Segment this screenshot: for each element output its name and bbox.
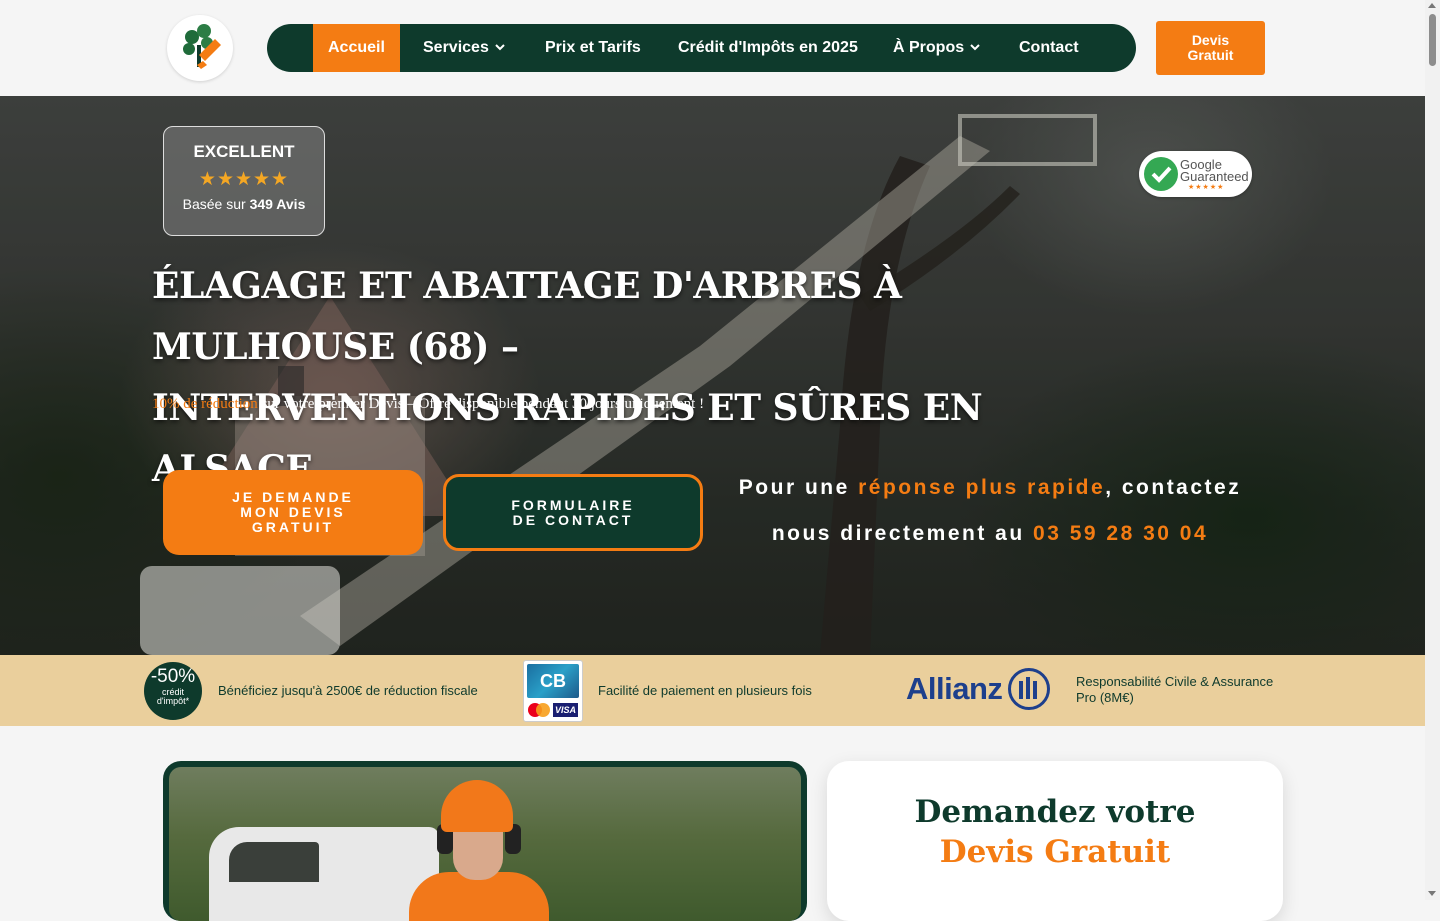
quote-form-card: Demandez votre Devis Gratuit — [827, 761, 1283, 921]
contact-mid: , contactez — [1105, 476, 1242, 499]
button-label-line2: MON DEVIS — [240, 504, 346, 520]
contact-line2: nous directement au — [771, 522, 1034, 545]
badge-line2: d'impôt* — [156, 696, 190, 706]
devis-gratuit-button[interactable]: Devis Gratuit — [1156, 21, 1265, 75]
benefits-band: -50% crédit d'impôt* Bénéficiez jusqu'à … — [0, 655, 1425, 726]
site-header: Accueil Services Prix et Tarifs Crédit d… — [0, 0, 1425, 96]
review-count-prefix: Basée sur — [182, 196, 250, 212]
allianz-wordmark: Allianz — [906, 671, 1003, 706]
tax-credit-text: Bénéficiez jusqu'à 2500€ de réduction fi… — [218, 683, 478, 698]
promo-text: 10% de réduction sur votre premier Devis… — [152, 396, 704, 413]
nav-item-services[interactable]: Services — [423, 24, 505, 72]
allianz-emblem-icon — [1008, 668, 1051, 710]
insurance-text: Responsabilité Civile & Assurance Pro (8… — [1076, 674, 1273, 706]
guaranteed-label: Guaranteed — [1180, 169, 1249, 184]
contact-highlight: réponse plus rapide — [858, 476, 1106, 499]
worker-photo — [169, 767, 801, 921]
nav-item-credit[interactable]: Crédit d'Impôts en 2025 — [678, 24, 858, 72]
phone-link[interactable]: 03 59 28 30 04 — [1033, 522, 1208, 545]
contact-form-button[interactable]: FORMULAIRE DE CONTACT — [443, 474, 703, 551]
chevron-down-icon — [970, 44, 980, 51]
nav-item-label: Services — [423, 39, 489, 56]
tax-credit-badge: -50% crédit d'impôt* — [144, 662, 202, 720]
badge-percent: -50% — [150, 666, 196, 687]
nav-item-prix[interactable]: Prix et Tarifs — [545, 24, 641, 72]
mastercard-icon — [528, 703, 550, 717]
title-line1: ÉLAGAGE ET ABATTAGE D'ARBRES À MULHOUSE … — [152, 265, 902, 368]
payment-cards-icon: CB VISA — [523, 660, 583, 722]
button-label-line2: DE CONTACT — [512, 511, 634, 528]
scroll-down-icon[interactable] — [1428, 891, 1436, 896]
button-label-line1: FORMULAIRE — [511, 496, 635, 513]
check-icon — [1144, 157, 1178, 191]
review-stars: ★★★★★ — [198, 169, 290, 190]
nav-item-label: À Propos — [893, 39, 965, 56]
button-label-line3: GRATUIT — [251, 519, 335, 535]
review-count: Basée sur 349 Avis — [164, 196, 324, 212]
allianz-logo: Allianz — [906, 668, 1051, 710]
review-count-value: 349 Avis — [249, 196, 306, 212]
page-title: ÉLAGAGE ET ABATTAGE D'ARBRES À MULHOUSE … — [152, 256, 1152, 500]
nav-item-label: Prix et Tarifs — [545, 39, 641, 56]
chevron-down-icon — [495, 44, 505, 51]
main-nav: Accueil Services Prix et Tarifs Crédit d… — [267, 24, 1136, 72]
nav-item-apropos[interactable]: À Propos — [893, 24, 980, 72]
contact-prefix: Pour une — [738, 476, 859, 499]
button-label-line1: Devis — [1191, 32, 1230, 48]
hero-section: EXCELLENT ★★★★★ Basée sur 349 Avis Googl… — [0, 96, 1425, 655]
button-label-line1: JE DEMANDE — [232, 489, 354, 505]
google-stars: ★★★★★ — [1188, 184, 1225, 191]
google-guaranteed-badge[interactable]: Google Guaranteed ★★★★★ — [1139, 151, 1252, 197]
cb-card-icon: CB — [527, 664, 579, 698]
scroll-up-icon[interactable] — [1428, 3, 1436, 8]
scroll-thumb[interactable] — [1429, 14, 1436, 66]
nav-item-label: Contact — [1019, 39, 1079, 56]
promo-highlight: 10% de réduction — [152, 396, 258, 412]
worker-figure — [409, 772, 549, 921]
nav-item-label: Accueil — [328, 39, 385, 56]
promo-rest: sur votre premier Devis – Offre disponib… — [257, 396, 705, 412]
nav-item-label: Crédit d'Impôts en 2025 — [678, 39, 858, 56]
form-title-line2: Devis Gratuit — [939, 834, 1171, 870]
request-quote-button[interactable]: JE DEMANDE MON DEVIS GRATUIT — [163, 470, 423, 555]
form-title-line1: Demandez votre — [914, 794, 1196, 830]
logo-icon[interactable] — [167, 15, 233, 81]
review-badge[interactable]: EXCELLENT ★★★★★ Basée sur 349 Avis — [163, 126, 325, 236]
button-label-line2: Gratuit — [1187, 47, 1234, 63]
insurance-line2: Pro (8M€) — [1076, 690, 1134, 705]
payment-text: Facilité de paiement en plusieurs fois — [598, 683, 812, 698]
insurance-line1: Responsabilité Civile & Assurance — [1076, 674, 1274, 689]
worker-photo-card — [163, 761, 807, 921]
review-rating-label: EXCELLENT — [193, 142, 295, 161]
nav-item-accueil[interactable]: Accueil — [313, 24, 400, 72]
visa-icon: VISA — [553, 703, 578, 717]
nav-item-contact[interactable]: Contact — [1019, 24, 1079, 72]
page-scrollbar[interactable] — [1425, 0, 1440, 900]
van-window-shape — [229, 842, 319, 882]
contact-callout: Pour une réponse plus rapide, contactez … — [735, 465, 1245, 557]
